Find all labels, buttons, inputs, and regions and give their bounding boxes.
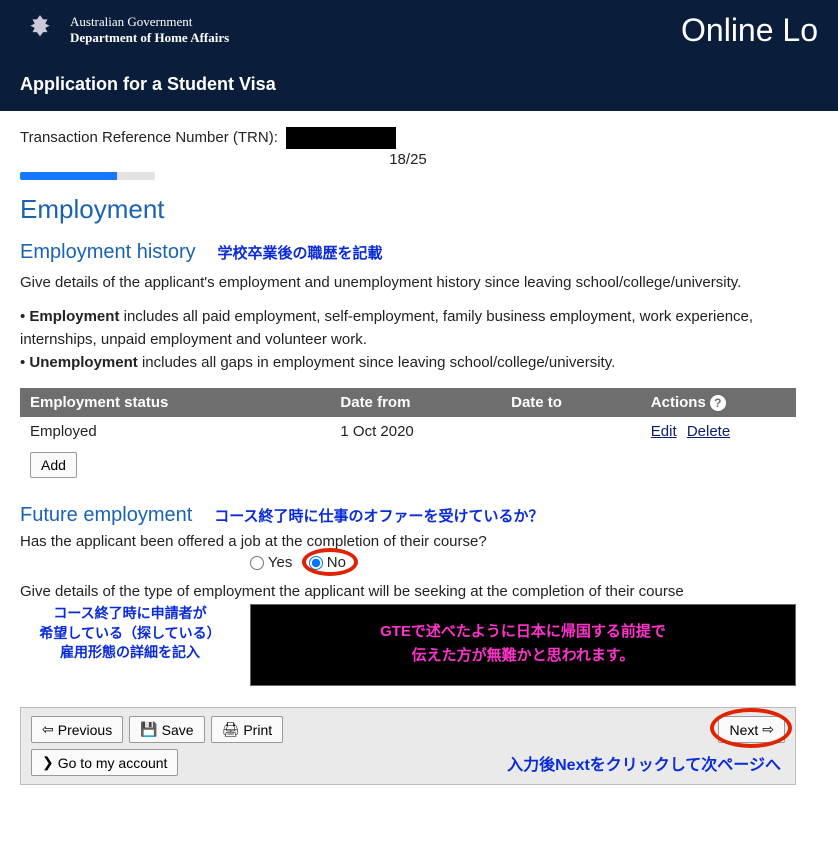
bullet2-label: Unemployment <box>29 354 137 371</box>
trn-row: Transaction Reference Number (TRN): <box>20 127 796 149</box>
cell-from: 1 Oct 2020 <box>330 417 501 446</box>
add-button[interactable]: Add <box>30 452 77 478</box>
history-intro: Give details of the applicant's employme… <box>20 272 796 295</box>
edit-link[interactable]: Edit <box>651 423 677 440</box>
cell-status: Employed <box>20 417 330 446</box>
jp-note-future: コース終了時に仕事のオファーを受けているか？ <box>214 508 543 525</box>
trn-label: Transaction Reference Number (TRN): <box>20 129 278 146</box>
employment-details-textarea[interactable] <box>250 604 796 686</box>
future-q1: Has the applicant been offered a job at … <box>20 533 796 550</box>
go-to-account-button[interactable]: ❯ Go to my account <box>31 749 178 776</box>
radio-no-label[interactable]: No <box>309 554 346 571</box>
th-from: Date from <box>330 388 501 417</box>
gov-header: Australian Government Department of Home… <box>0 0 838 60</box>
radio-no[interactable] <box>309 556 323 570</box>
history-bullets: • Employment includes all paid employmen… <box>20 305 796 375</box>
th-to: Date to <box>501 388 641 417</box>
next-button[interactable]: Next ⇨ <box>718 716 785 743</box>
chevron-right-icon: ❯ <box>42 754 54 771</box>
floppy-icon: 💾 <box>140 721 157 738</box>
save-button[interactable]: 💾 Save <box>129 716 204 743</box>
history-heading: Employment history <box>20 241 196 264</box>
print-icon: 🖨 <box>222 721 240 738</box>
gov-text: Australian Government Department of Home… <box>70 14 229 45</box>
progress-bar <box>20 172 155 180</box>
table-row: Employed 1 Oct 2020 Edit Delete <box>20 417 796 446</box>
bullet2-text: includes all gaps in employment since le… <box>138 354 615 371</box>
jp-left-note: コース終了時に申請者が 希望している（探している） 雇用形態の詳細を記入 <box>20 604 240 663</box>
nav-footer: ⇦ Previous 💾 Save 🖨 Print Next ⇨ ❯ Go to… <box>20 707 796 785</box>
future-heading: Future employment <box>20 504 192 527</box>
th-status: Employment status <box>20 388 330 417</box>
crest-icon <box>20 10 60 50</box>
radio-yes[interactable] <box>250 556 264 570</box>
cell-actions: Edit Delete <box>641 417 796 446</box>
gov-line2: Department of Home Affairs <box>70 30 229 46</box>
jp-note-history: 学校卒業後の職歴を記載 <box>218 245 383 262</box>
radio-yes-label[interactable]: Yes <box>250 554 292 571</box>
brand-title: Online Lo <box>681 12 818 49</box>
jp-next-note: 入力後Nextをクリックして次ページへ <box>507 751 781 775</box>
cell-to <box>501 417 641 446</box>
employment-table: Employment status Date from Date to Acti… <box>20 388 796 484</box>
gov-line1: Australian Government <box>70 14 229 30</box>
bullet1-label: Employment <box>29 308 119 325</box>
th-actions: Actions? <box>641 388 796 417</box>
section-heading: Employment <box>20 194 796 225</box>
arrow-right-icon: ⇨ <box>762 721 774 738</box>
future-q2: Give details of the type of employment t… <box>20 583 796 600</box>
bullet1-text: includes all paid employment, self-emplo… <box>20 308 753 348</box>
arrow-left-icon: ⇦ <box>42 721 54 738</box>
app-title: Application for a Student Visa <box>0 60 838 111</box>
print-button[interactable]: 🖨 Print <box>211 716 284 743</box>
trn-value-redacted <box>286 127 396 149</box>
delete-link[interactable]: Delete <box>687 423 730 440</box>
previous-button[interactable]: ⇦ Previous <box>31 716 123 743</box>
page-progress: 18/25 <box>20 151 796 168</box>
help-icon[interactable]: ? <box>710 395 726 411</box>
